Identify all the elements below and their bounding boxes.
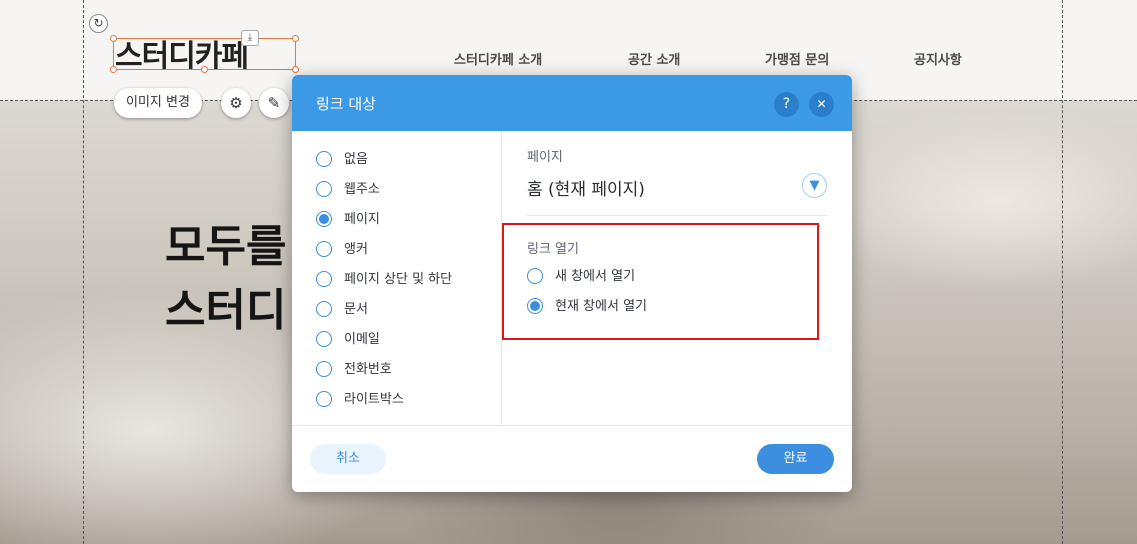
- link-type-label: 이메일: [344, 332, 380, 347]
- radio-button[interactable]: [527, 268, 543, 284]
- nav-item-about[interactable]: 스터디카페 소개: [454, 49, 542, 68]
- close-icon[interactable]: ✕: [809, 92, 834, 117]
- change-image-button[interactable]: 이미지 변경: [114, 88, 202, 118]
- link-type-label: 전화번호: [344, 362, 392, 377]
- link-type-label: 없음: [344, 152, 368, 167]
- radio-button[interactable]: [316, 241, 332, 257]
- radio-button[interactable]: [316, 151, 332, 167]
- open-option-label: 현재 창에서 열기: [555, 299, 647, 314]
- resize-handle[interactable]: [110, 66, 117, 73]
- radio-button[interactable]: [316, 271, 332, 287]
- radio-button[interactable]: [316, 211, 332, 227]
- rotate-icon[interactable]: ↻: [89, 14, 108, 33]
- divider: [527, 215, 827, 216]
- nav-item-space[interactable]: 공간 소개: [628, 49, 680, 68]
- radio-button[interactable]: [316, 331, 332, 347]
- help-icon[interactable]: ?: [774, 92, 799, 117]
- gear-icon[interactable]: ⚙: [221, 88, 251, 118]
- link-type-label: 페이지 상단 및 하단: [344, 272, 453, 287]
- brush-icon[interactable]: ✎: [259, 88, 289, 118]
- layout-guide-left: [83, 0, 84, 544]
- link-type-label: 웹주소: [344, 182, 380, 197]
- resize-handle[interactable]: [292, 35, 299, 42]
- link-type-list: 없음 웹주소 페이지 앵커 페이지 상단 및 하단 문서 이메일 전화번호 라이…: [292, 131, 502, 425]
- link-target-dialog: 링크 대상 ? ✕ 없음 웹주소 페이지 앵커 페이지 상단 및 하단 문서 이…: [292, 75, 852, 492]
- page-select-value[interactable]: 홈 (현재 페이지): [527, 175, 645, 200]
- nav-item-notice[interactable]: 공지사항: [914, 49, 962, 68]
- link-type-label: 페이지: [344, 212, 380, 227]
- chevron-down-icon[interactable]: ▼: [802, 173, 827, 198]
- hero-heading: 모두를 스터디: [165, 221, 287, 336]
- dialog-header: 링크 대상 ? ✕: [292, 75, 852, 131]
- radio-button[interactable]: [316, 361, 332, 377]
- radio-button[interactable]: [316, 301, 332, 317]
- radio-button[interactable]: [527, 298, 543, 314]
- page-section-label: 페이지: [527, 150, 563, 165]
- open-option-label: 새 창에서 열기: [555, 269, 636, 284]
- dialog-title: 링크 대상: [316, 95, 376, 113]
- cancel-button[interactable]: 취소: [310, 444, 386, 474]
- divider: [292, 425, 852, 426]
- radio-button[interactable]: [316, 181, 332, 197]
- link-type-label: 라이트박스: [344, 392, 404, 407]
- done-button[interactable]: 완료: [757, 444, 834, 474]
- nav-item-franchise[interactable]: 가맹점 문의: [765, 49, 829, 68]
- download-icon[interactable]: ⤓: [241, 30, 259, 46]
- resize-handle[interactable]: [110, 35, 117, 42]
- link-type-label: 문서: [344, 302, 368, 317]
- radio-button[interactable]: [316, 391, 332, 407]
- resize-handle[interactable]: [201, 66, 208, 73]
- layout-guide-right: [1062, 0, 1063, 544]
- link-type-label: 앵커: [344, 242, 368, 257]
- resize-handle[interactable]: [292, 66, 299, 73]
- link-open-label: 링크 열기: [527, 242, 579, 257]
